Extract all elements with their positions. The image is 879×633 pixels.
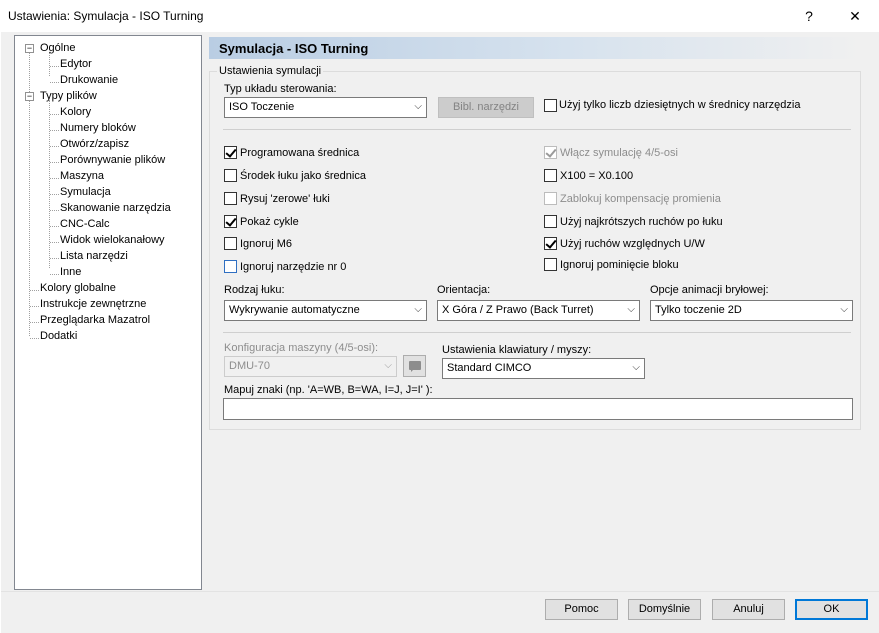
- settings-dialog: − Ogólne Edytor Drukowanie − Typy plików…: [1, 32, 879, 633]
- page-header: Symulacja - ISO Turning: [209, 37, 861, 59]
- tree-item-przegladarka-mazatrol[interactable]: Przeglądarka Mazatrol: [40, 313, 150, 328]
- tree-item-ogolne[interactable]: Ogólne: [40, 41, 75, 56]
- lock-radius-comp-checkbox[interactable]: [544, 192, 557, 205]
- shortest-arc-checkbox[interactable]: [544, 215, 557, 228]
- close-icon: ✕: [849, 7, 861, 24]
- orientation-label: Orientacja:: [437, 284, 491, 296]
- cancel-button[interactable]: Anuluj: [712, 599, 785, 620]
- expander-typy-plikow[interactable]: −: [25, 92, 34, 101]
- show-cycles-label: Pokaż cykle: [240, 216, 299, 228]
- tree-item-maszyna[interactable]: Maszyna: [60, 169, 104, 184]
- title-bar: Ustawienia: Symulacja - ISO Turning ? ✕: [0, 0, 879, 32]
- tree-item-drukowanie[interactable]: Drukowanie: [60, 73, 118, 88]
- tree-item-lista-narzedzi[interactable]: Lista narzędzi: [60, 249, 128, 264]
- arc-center-diameter-label: Środek łuku jako średnica: [240, 170, 366, 182]
- map-chars-input[interactable]: [223, 398, 853, 420]
- only-decimal-checkbox[interactable]: [544, 99, 557, 112]
- show-cycles-checkbox[interactable]: [224, 215, 237, 228]
- draw-zero-arcs-checkbox[interactable]: [224, 192, 237, 205]
- relative-uw-checkbox[interactable]: [544, 237, 557, 250]
- tree-item-instrukcje-zewnetrzne[interactable]: Instrukcje zewnętrzne: [40, 297, 146, 312]
- separator: [223, 332, 851, 333]
- tree-item-otworz-zapisz[interactable]: Otwórz/zapisz: [60, 137, 129, 152]
- tree-item-dodatki[interactable]: Dodatki: [40, 329, 77, 344]
- keyboard-mouse-label: Ustawienia klawiatury / myszy:: [442, 344, 592, 356]
- footer-separator: [1, 591, 879, 592]
- enable-4-5-axis-label: Włącz symulację 4/5-osi: [560, 147, 678, 159]
- page-title: Symulacja - ISO Turning: [219, 41, 369, 56]
- x100-label: X100 = X0.100: [560, 170, 634, 182]
- arc-type-label: Rodzaj łuku:: [224, 284, 285, 296]
- machine-config-select[interactable]: DMU-70 ⌵: [224, 356, 397, 377]
- x100-checkbox[interactable]: [544, 169, 557, 182]
- ignore-m6-checkbox[interactable]: [224, 237, 237, 250]
- separator: [223, 129, 851, 130]
- tree-item-numery-blokow[interactable]: Numery bloków: [60, 121, 136, 136]
- tool-library-button[interactable]: Bibl. narzędzi: [438, 97, 534, 118]
- tree-item-typy-plikow[interactable]: Typy plików: [40, 89, 97, 104]
- chevron-down-icon: ⌵: [627, 304, 635, 315]
- control-type-select[interactable]: ISO Toczenie ⌵: [224, 97, 427, 118]
- close-button[interactable]: ✕: [834, 4, 876, 28]
- enable-4-5-axis-checkbox[interactable]: [544, 146, 557, 159]
- lock-radius-comp-label: Zablokuj kompensację promienia: [560, 193, 721, 205]
- map-chars-label: Mapuj znaki (np. 'A=WB, B=WA, I=J, J=I' …: [224, 384, 433, 396]
- tree-item-inne[interactable]: Inne: [60, 265, 81, 280]
- window-title: Ustawienia: Symulacja - ISO Turning: [8, 9, 204, 23]
- help-button[interactable]: ?: [788, 4, 830, 28]
- orientation-select[interactable]: X Góra / Z Prawo (Back Turret) ⌵: [437, 300, 640, 321]
- tree-item-cnc-calc[interactable]: CNC-Calc: [60, 217, 110, 232]
- tree-item-kolory[interactable]: Kolory: [60, 105, 91, 120]
- group-title: Ustawienia symulacji: [217, 65, 324, 77]
- ignore-tool-zero-label: Ignoruj narzędzie nr 0: [240, 261, 347, 273]
- chevron-down-icon: ⌵: [414, 304, 422, 315]
- chevron-down-icon: ⌵: [840, 304, 848, 315]
- solid-animation-label: Opcje animacji bryłowej:: [650, 284, 769, 296]
- control-type-label: Typ układu sterowania:: [224, 83, 337, 95]
- arc-type-select[interactable]: Wykrywanie automatyczne ⌵: [224, 300, 427, 321]
- shortest-arc-label: Użyj najkrótszych ruchów po łuku: [560, 216, 723, 228]
- programmed-diameter-checkbox[interactable]: [224, 146, 237, 159]
- settings-tree[interactable]: − Ogólne Edytor Drukowanie − Typy plików…: [14, 35, 202, 590]
- defaults-button[interactable]: Domyślnie: [628, 599, 701, 620]
- chevron-down-icon: ⌵: [384, 360, 392, 371]
- help-dialog-button[interactable]: Pomoc: [545, 599, 618, 620]
- relative-uw-label: Użyj ruchów względnych U/W: [560, 238, 705, 250]
- ok-button[interactable]: OK: [795, 599, 868, 620]
- ignore-block-skip-checkbox[interactable]: [544, 258, 557, 271]
- keyboard-mouse-select[interactable]: Standard CIMCO ⌵: [442, 358, 645, 379]
- draw-zero-arcs-label: Rysuj 'zerowe' łuki: [240, 193, 330, 205]
- tree-item-symulacja[interactable]: Symulacja: [60, 185, 111, 200]
- only-decimal-label: Użyj tylko liczb dziesiętnych w średnicy…: [559, 99, 801, 111]
- tree-item-skanowanie-narzedzia[interactable]: Skanowanie narzędzia: [60, 201, 171, 216]
- ignore-tool-zero-checkbox[interactable]: [224, 260, 237, 273]
- tree-item-porownywanie-plikow[interactable]: Porównywanie plików: [60, 153, 165, 168]
- tree-item-widok-wielokanalowy[interactable]: Widok wielokanałowy: [60, 233, 165, 248]
- tree-item-edytor[interactable]: Edytor: [60, 57, 92, 72]
- speech-bubble-icon: [409, 361, 421, 372]
- expander-ogolne[interactable]: −: [25, 44, 34, 53]
- solid-animation-select[interactable]: Tylko toczenie 2D ⌵: [650, 300, 853, 321]
- chevron-down-icon: ⌵: [414, 101, 422, 112]
- arc-center-diameter-checkbox[interactable]: [224, 169, 237, 182]
- machine-config-label: Konfiguracja maszyny (4/5-osi):: [224, 342, 379, 354]
- programmed-diameter-label: Programowana średnica: [240, 147, 360, 159]
- chevron-down-icon: ⌵: [632, 362, 640, 373]
- ignore-m6-label: Ignoruj M6: [240, 238, 292, 250]
- machine-config-button[interactable]: [403, 355, 426, 377]
- ignore-block-skip-label: Ignoruj pominięcie bloku: [560, 259, 679, 271]
- tree-item-kolory-globalne[interactable]: Kolory globalne: [40, 281, 116, 296]
